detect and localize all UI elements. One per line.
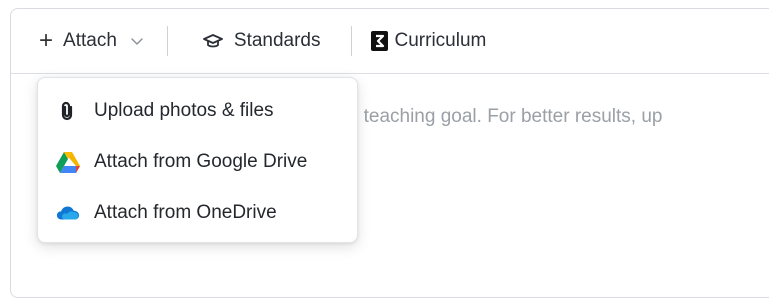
onedrive-menu-item[interactable]: Attach from OneDrive	[38, 189, 357, 237]
menu-item-label: Attach from Google Drive	[94, 151, 308, 172]
attach-button[interactable]: + Attach	[39, 29, 145, 53]
upload-files-menu-item[interactable]: Upload photos & files	[38, 87, 357, 135]
toolbar-divider	[166, 26, 168, 56]
paperclip-icon	[56, 100, 80, 122]
attach-dropdown-menu: Upload photos & files Attach from Google…	[37, 77, 358, 243]
google-drive-icon	[56, 151, 80, 173]
menu-item-label: Attach from OneDrive	[94, 202, 277, 223]
attach-label: Attach	[63, 30, 117, 51]
google-drive-menu-item[interactable]: Attach from Google Drive	[38, 138, 357, 186]
composer-toolbar: + Attach Standards Curriculum	[11, 9, 769, 74]
curriculum-logo-icon	[370, 31, 388, 51]
plus-icon: +	[39, 27, 54, 54]
standards-label: Standards	[233, 30, 321, 51]
onedrive-icon	[56, 202, 80, 224]
chevron-down-icon	[131, 38, 143, 45]
curriculum-button[interactable]: Curriculum	[370, 30, 487, 52]
toolbar-divider	[350, 26, 352, 56]
standards-button[interactable]: Standards	[202, 30, 321, 52]
graduation-cap-icon	[202, 34, 223, 48]
curriculum-label: Curriculum	[394, 30, 487, 51]
menu-item-label: Upload photos & files	[94, 100, 274, 121]
